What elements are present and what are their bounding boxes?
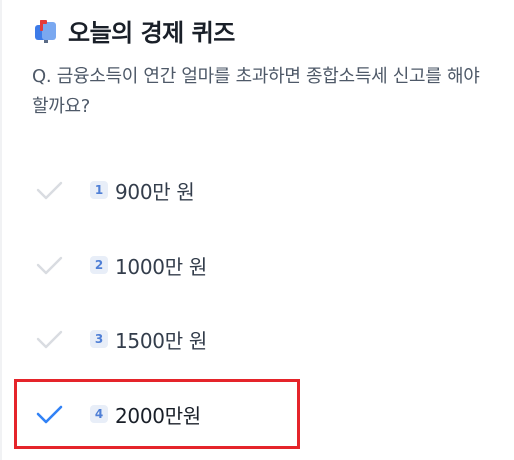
answer-option-4[interactable]: 4 2000만원	[14, 379, 300, 449]
answer-option-2[interactable]: 2 1000만 원	[14, 231, 300, 299]
option-label: 1000만 원	[115, 254, 207, 279]
check-icon	[32, 397, 66, 431]
option-number-badge: 2	[90, 256, 108, 274]
option-number-badge: 4	[90, 405, 108, 423]
answer-option-1[interactable]: 1 900만 원	[14, 156, 300, 224]
quiz-page: 오늘의 경제 퀴즈 Q. 금융소득이 연간 얼마를 초과하면 종합소득세 신고를…	[0, 0, 514, 460]
option-label: 900만 원	[115, 179, 195, 204]
quiz-question: Q. 금융소득이 연간 얼마를 초과하면 종합소득세 신고를 해야 할까요?	[32, 66, 480, 117]
option-label: 1500만 원	[115, 328, 207, 353]
option-label: 2000만원	[115, 403, 201, 428]
divider	[0, 0, 2, 460]
page-title: 오늘의 경제 퀴즈	[68, 18, 235, 47]
check-icon	[32, 248, 66, 282]
check-icon	[32, 322, 66, 356]
option-number-badge: 3	[90, 330, 108, 348]
answer-option-3[interactable]: 3 1500만 원	[14, 305, 300, 373]
quiz-header: 오늘의 경제 퀴즈	[32, 12, 235, 48]
check-icon	[32, 173, 66, 207]
option-number-badge: 1	[90, 181, 108, 199]
mailbox-icon	[32, 16, 60, 44]
